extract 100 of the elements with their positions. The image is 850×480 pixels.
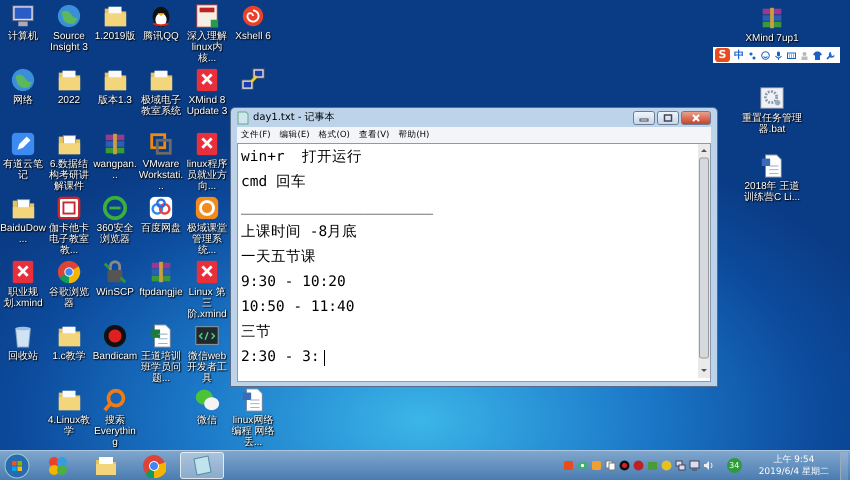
- book-icon[interactable]: [194, 3, 220, 29]
- chat-icon[interactable]: [194, 387, 220, 413]
- desktop-icon-label[interactable]: 2022: [46, 95, 92, 106]
- pen-icon[interactable]: [10, 131, 36, 157]
- desktop-icon-label[interactable]: 网络: [0, 95, 46, 106]
- desktop-icon-label[interactable]: 有道云笔记: [0, 159, 46, 181]
- globe-icon[interactable]: [56, 3, 82, 29]
- monitor-icon[interactable]: [688, 460, 700, 471]
- desktop-icon-label[interactable]: 版本1.3: [92, 95, 138, 106]
- desktop-icon-label[interactable]: Source Insight 3: [46, 31, 92, 53]
- x-logo-icon[interactable]: [194, 259, 220, 285]
- close-icon: [691, 114, 701, 122]
- network-icon[interactable]: [240, 67, 266, 93]
- desktop-icon-label[interactable]: 腾讯QQ: [138, 31, 184, 42]
- desktop-icon-label[interactable]: 王道培训班学员问题...: [138, 351, 184, 384]
- x-logo-icon[interactable]: [194, 131, 220, 157]
- desktop-icon-label[interactable]: 极域课堂管理系统...: [184, 223, 230, 256]
- desktop-icon-label[interactable]: 360安全浏览器: [92, 223, 138, 245]
- desktop-icon-label[interactable]: VMware Workstati...: [138, 159, 184, 192]
- desktop-icon-label[interactable]: wangpan...: [92, 159, 138, 181]
- ime-logo[interactable]: S: [715, 48, 730, 62]
- desktop-icon-label[interactable]: 2018年 王道训练营C Li...: [742, 181, 802, 203]
- lock-icon[interactable]: [102, 259, 128, 285]
- desktop-icon-label[interactable]: 搜索 Everything: [92, 415, 138, 448]
- cloud-icon[interactable]: [148, 195, 174, 221]
- record-icon[interactable]: [618, 460, 630, 471]
- document-icon[interactable]: [759, 153, 785, 179]
- desktop-icon-label[interactable]: WinSCP: [92, 287, 138, 298]
- desktop-icon-label[interactable]: BaiduDow...: [0, 223, 46, 245]
- close-button[interactable]: [681, 110, 711, 124]
- desktop-icon-label[interactable]: 4.Linux教学: [46, 415, 92, 437]
- desktop-icon-label[interactable]: 回收站: [0, 351, 46, 362]
- desktop-icon-label[interactable]: XMind 7up1: [742, 33, 802, 44]
- menu-item[interactable]: 帮助(H): [398, 128, 430, 142]
- eye-icon[interactable]: [576, 460, 588, 471]
- taskbar-button[interactable]: [180, 452, 224, 479]
- desktop-icon-label[interactable]: 谷歌浏览器: [46, 287, 92, 309]
- desktop-icon-label[interactable]: linux程序员就业方向...: [184, 159, 230, 192]
- maximize-icon: [663, 114, 673, 122]
- spreadsheet-icon[interactable]: [148, 323, 174, 349]
- pages-icon[interactable]: [604, 460, 616, 471]
- desktop-icon-label[interactable]: 6.数据结构考研讲解课件: [46, 159, 92, 192]
- desktop-icon-label[interactable]: 伽卡他卡电子教室教...: [46, 223, 92, 256]
- tray-badge[interactable]: 34: [726, 458, 742, 473]
- clock-date[interactable]: 2019/6/4 星期二: [758, 466, 829, 478]
- wrench-icon[interactable]: [826, 50, 835, 60]
- gear-icon[interactable]: [759, 85, 785, 111]
- record-icon[interactable]: [102, 323, 128, 349]
- text-line: 上课时间 -8月底: [241, 222, 358, 242]
- text-line: win+r 打开运行: [241, 148, 362, 167]
- computer-icon[interactable]: [10, 3, 36, 29]
- desktop-icon-label[interactable]: 1.c教学: [46, 351, 92, 362]
- desktop-icon-label[interactable]: Linux 第三阶.xmind: [184, 287, 230, 320]
- microphone-icon[interactable]: [774, 50, 783, 60]
- square-logo-icon[interactable]: [148, 131, 174, 157]
- desktop-icon-label[interactable]: 微信web开发者工具: [184, 351, 230, 384]
- desktop-icon-label[interactable]: 极域电子教室系统: [138, 95, 184, 117]
- browser-icon: [142, 454, 166, 478]
- square-logo-icon[interactable]: [56, 195, 82, 221]
- window-title: day1.txt - 记事本: [253, 110, 335, 125]
- desktop-icon-label[interactable]: Xshell 6: [230, 31, 276, 42]
- desktop-icon-label[interactable]: 1.2019版: [92, 31, 138, 42]
- text-line: 一天五节课: [241, 248, 316, 267]
- desktop-icon-label[interactable]: 重置任务管理器.bat: [742, 113, 802, 135]
- desktop-icon-label[interactable]: Bandicam: [92, 351, 138, 362]
- scrollbar[interactable]: [698, 144, 710, 378]
- notepad-icon: [237, 110, 249, 124]
- input-mode-toggle[interactable]: 中: [734, 48, 744, 62]
- punctuation-icon[interactable]: [748, 50, 757, 60]
- menu-item[interactable]: 文件(F): [241, 128, 271, 142]
- desktop-icon-label[interactable]: ftpdangjie: [138, 287, 184, 298]
- start-button[interactable]: [2, 452, 32, 480]
- smiley-icon[interactable]: [761, 50, 770, 60]
- menu-item[interactable]: 查看(V): [358, 128, 390, 142]
- network-icon[interactable]: [674, 460, 686, 471]
- desktop-icon-label[interactable]: linux网络编程 网络丢...: [230, 415, 276, 448]
- desktop-icon-label[interactable]: 百度网盘: [138, 223, 184, 234]
- swirl-icon[interactable]: [240, 3, 266, 29]
- menu-item[interactable]: 编辑(E): [280, 128, 310, 142]
- x-logo-icon[interactable]: [10, 259, 36, 285]
- speaker-icon[interactable]: [702, 460, 714, 471]
- keyboard-icon[interactable]: [787, 50, 796, 60]
- x-logo-icon[interactable]: [194, 67, 220, 93]
- maximize-button[interactable]: [657, 110, 679, 124]
- text-line: 9:30 - 10:20: [241, 273, 346, 292]
- ring-icon[interactable]: [102, 195, 128, 221]
- document-icon[interactable]: [240, 387, 266, 413]
- shirt-icon[interactable]: [813, 50, 822, 60]
- desktop-icon-label[interactable]: 微信: [184, 415, 230, 426]
- text-line: 10:50 - 11:40: [241, 298, 354, 317]
- globe-icon[interactable]: [10, 67, 36, 93]
- browser-icon[interactable]: [56, 259, 82, 285]
- minimize-button[interactable]: [633, 110, 655, 124]
- menu-item[interactable]: 格式(O): [318, 128, 350, 142]
- desktop-icon-label[interactable]: 职业规划.xmind: [0, 287, 46, 309]
- desktop-icon-label[interactable]: XMind 8 Update 3: [184, 95, 230, 117]
- desktop-icon-label[interactable]: 计算机: [0, 31, 46, 42]
- text-line: 三节: [241, 323, 271, 342]
- desktop-icon-label[interactable]: 深入理解linux内核...: [184, 31, 230, 64]
- sync-icon[interactable]: [194, 195, 220, 221]
